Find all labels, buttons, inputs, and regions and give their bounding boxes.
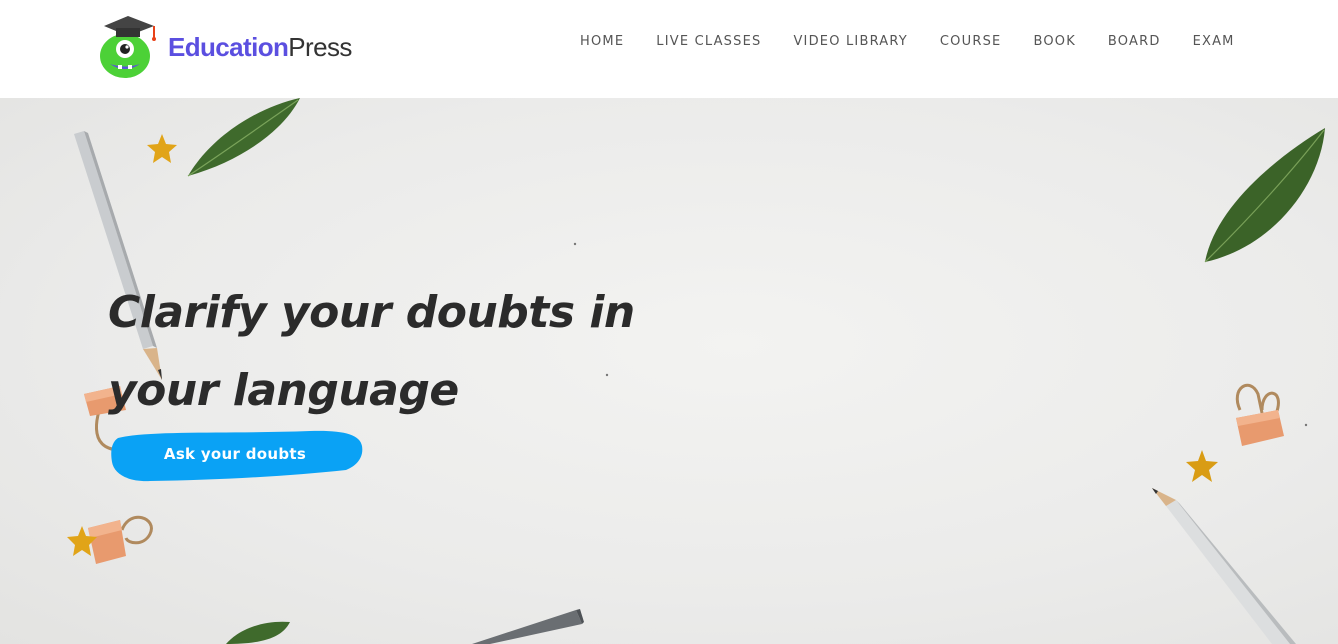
logo-link[interactable]: EducationPress xyxy=(98,14,368,80)
leaf-icon xyxy=(187,98,300,177)
nav-board[interactable]: BOARD xyxy=(1108,34,1161,49)
main-nav: HOME LIVE CLASSES VIDEO LIBRARY COURSE B… xyxy=(564,30,1251,52)
nav-home[interactable]: HOME xyxy=(580,34,624,49)
leaf-icon xyxy=(226,621,290,644)
star-icon xyxy=(147,134,177,163)
pencil-icon xyxy=(472,609,584,644)
nav-exam[interactable]: EXAM xyxy=(1193,34,1235,49)
brand-name-light: Press xyxy=(288,32,352,62)
site-header: EducationPress HOME LIVE CLASSES VIDEO L… xyxy=(0,0,1338,98)
pencil-icon xyxy=(1152,488,1296,644)
binder-clip-icon xyxy=(88,515,153,564)
hero-title-line1: Clarify your doubts in xyxy=(108,287,635,338)
nav-live-classes[interactable]: LIVE CLASSES xyxy=(656,34,761,49)
ask-doubts-button[interactable]: Ask your doubts xyxy=(110,428,364,482)
hero-section: Clarify your doubts in your language Ask… xyxy=(0,98,1338,644)
binder-clip-icon xyxy=(1235,383,1284,446)
ask-doubts-label: Ask your doubts xyxy=(163,445,307,463)
star-icon xyxy=(1186,450,1218,482)
brand-name: EducationPress xyxy=(168,31,352,63)
brand-name-bold: Education xyxy=(168,32,289,62)
nav-course[interactable]: COURSE xyxy=(940,34,1002,49)
nav-video-library[interactable]: VIDEO LIBRARY xyxy=(793,34,907,49)
nav-book[interactable]: BOOK xyxy=(1033,34,1075,49)
mascot-logo-icon xyxy=(100,16,156,78)
hero-title: Clarify your doubts in your language xyxy=(108,274,668,430)
leaf-icon xyxy=(1204,128,1325,263)
hero-title-line2: your language xyxy=(108,365,459,416)
